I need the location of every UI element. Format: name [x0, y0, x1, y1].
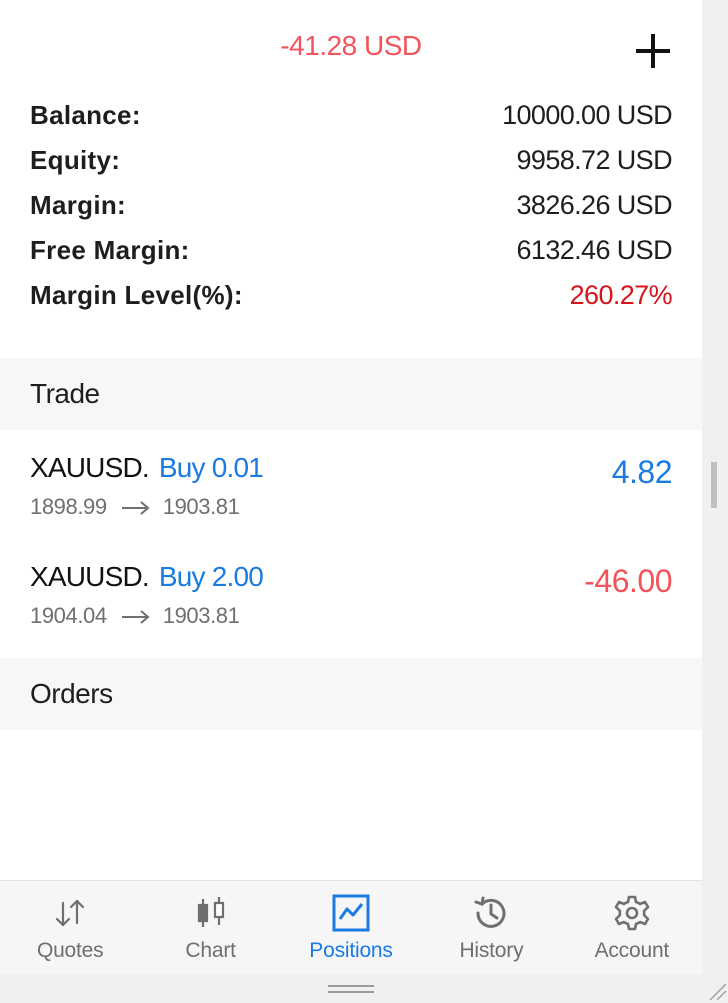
position-prices: 1898.99 1903.81: [30, 494, 240, 520]
nav-item-positions[interactable]: Positions: [281, 881, 421, 975]
current-price: 1903.81: [162, 603, 240, 628]
nav-item-quotes[interactable]: Quotes: [0, 881, 140, 975]
position-profit: 4.82: [611, 454, 673, 490]
current-price: 1903.81: [162, 494, 240, 519]
position-symbol: XAUUSD.: [30, 452, 150, 483]
nav-label-positions: Positions: [309, 939, 393, 962]
margin-level-value: 260.27%: [569, 279, 673, 310]
nav-label-history: History: [459, 939, 524, 962]
free-margin-label: Free Margin:: [30, 234, 190, 265]
nav-item-chart[interactable]: Chart: [140, 881, 280, 975]
position-row[interactable]: XAUUSD. Buy 0.01 1898.99 1903.81 4.82: [30, 452, 673, 542]
nav-label-quotes: Quotes: [36, 939, 104, 962]
balance-label: Balance:: [30, 99, 141, 130]
free-margin-value: 6132.46 USD: [516, 234, 672, 265]
nav-label-account: Account: [594, 939, 670, 962]
resize-grip-icon[interactable]: [704, 978, 728, 1002]
position-title: XAUUSD. Buy 0.01: [30, 452, 264, 484]
position-direction: Buy 0.01: [158, 452, 264, 483]
summary-row-margin: Margin: 3826.26 USD: [30, 188, 673, 222]
trade-section-header: Trade: [0, 358, 702, 430]
arrow-right-icon: [121, 610, 150, 624]
position-prices: 1904.04 1903.81: [30, 603, 240, 629]
margin-level-label: Margin Level(%):: [30, 279, 243, 310]
summary-row-balance: Balance: 10000.00 USD: [30, 98, 673, 132]
floating-profit-loss: -41.28 USD: [280, 30, 422, 61]
drag-handle-icon[interactable]: [328, 985, 374, 994]
quotes-arrows-icon: [56, 899, 85, 927]
summary-row-free-margin: Free Margin: 6132.46 USD: [30, 233, 673, 267]
position-symbol: XAUUSD.: [30, 561, 150, 592]
positions-chart-icon: [332, 894, 370, 932]
gear-icon: [614, 895, 650, 931]
equity-label: Equity:: [30, 144, 121, 175]
arrow-right-icon: [121, 501, 150, 515]
history-clock-icon: [474, 896, 506, 928]
summary-row-equity: Equity: 9958.72 USD: [30, 143, 673, 177]
candlestick-chart-icon: [197, 897, 224, 927]
position-profit: -46.00: [584, 563, 672, 599]
summary-row-margin-level: Margin Level(%): 260.27%: [30, 278, 673, 312]
equity-value: 9958.72 USD: [516, 144, 672, 175]
nav-label-chart: Chart: [185, 939, 236, 962]
position-title: XAUUSD. Buy 2.00: [30, 561, 264, 593]
margin-label: Margin:: [30, 189, 126, 220]
orders-section-header: Orders: [0, 658, 702, 730]
margin-value: 3826.26 USD: [516, 189, 672, 220]
position-row[interactable]: XAUUSD. Buy 2.00 1904.04 1903.81 -46.00: [30, 561, 672, 651]
bottom-navigation: Quotes Chart Positions History Account: [0, 880, 702, 975]
position-direction: Buy 2.00: [158, 561, 264, 592]
nav-item-account[interactable]: Account: [562, 881, 702, 975]
open-price: 1904.04: [30, 603, 107, 628]
open-price: 1898.99: [30, 494, 107, 519]
nav-item-history[interactable]: History: [421, 881, 561, 975]
scrollbar-grip-icon[interactable]: [711, 462, 717, 508]
balance-value: 10000.00 USD: [502, 99, 673, 130]
positions-screen: -41.28 USD Balance: 10000.00 USD Equity:…: [0, 0, 702, 1003]
plus-icon[interactable]: [634, 32, 672, 70]
